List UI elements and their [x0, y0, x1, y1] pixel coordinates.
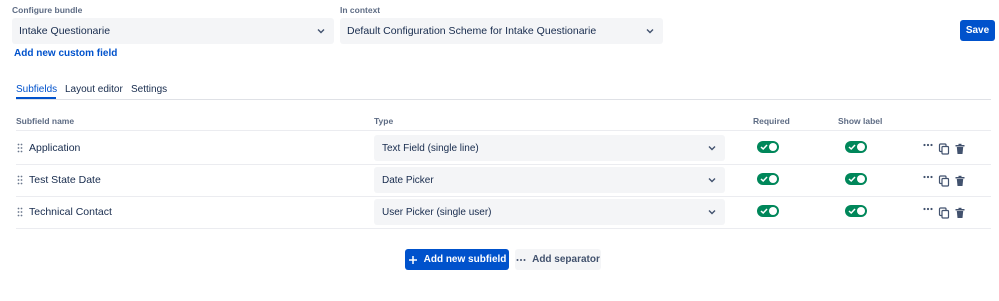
- more-icon[interactable]: [922, 171, 934, 183]
- header-divider: [16, 130, 991, 131]
- check-icon: [760, 176, 768, 183]
- tab-settings[interactable]: Settings: [131, 84, 167, 95]
- header-subfield-name: Subfield name: [16, 116, 75, 126]
- trash-icon[interactable]: [954, 207, 966, 219]
- context-select[interactable]: Default Configuration Scheme for Intake …: [340, 18, 663, 44]
- check-icon: [848, 144, 856, 151]
- type-select[interactable]: User Picker (single user): [374, 199, 725, 225]
- row-divider: [16, 228, 991, 229]
- row-name: Test State Date: [29, 174, 101, 186]
- toggle-knob: [857, 143, 865, 151]
- row-divider: [16, 164, 991, 165]
- copy-icon[interactable]: [938, 207, 950, 219]
- chevron-down-icon: [646, 29, 654, 34]
- trash-icon[interactable]: [954, 143, 966, 155]
- required-toggle[interactable]: [757, 173, 779, 185]
- required-toggle[interactable]: [757, 141, 779, 153]
- check-icon: [848, 176, 856, 183]
- row-name: Technical Contact: [29, 206, 112, 218]
- more-icon[interactable]: [922, 139, 934, 151]
- add-separator-label: Add separator: [532, 254, 600, 265]
- type-select[interactable]: Date Picker: [374, 167, 725, 193]
- context-label: In context: [340, 5, 381, 15]
- ellipsis-icon: [516, 258, 526, 261]
- header-show-label: Show label: [838, 116, 883, 126]
- show-label-toggle[interactable]: [845, 173, 867, 185]
- tab-bar: Subfields Layout editor Settings: [16, 82, 991, 100]
- check-icon: [760, 144, 768, 151]
- check-icon: [760, 208, 768, 215]
- chevron-down-icon: [708, 210, 716, 215]
- type-select-value: User Picker (single user): [382, 206, 492, 218]
- chevron-down-icon: [708, 178, 716, 183]
- type-select-value: Text Field (single line): [382, 142, 479, 154]
- drag-handle-icon[interactable]: [17, 207, 23, 217]
- trash-icon[interactable]: [954, 175, 966, 187]
- toggle-knob: [857, 175, 865, 183]
- check-icon: [848, 208, 856, 215]
- copy-icon[interactable]: [938, 175, 950, 187]
- header-type: Type: [374, 116, 394, 126]
- toggle-knob: [769, 207, 777, 215]
- row-divider: [16, 196, 991, 197]
- copy-icon[interactable]: [938, 143, 950, 155]
- tab-layout-editor[interactable]: Layout editor: [65, 84, 123, 95]
- drag-handle-icon[interactable]: [17, 175, 23, 185]
- show-label-toggle[interactable]: [845, 141, 867, 153]
- header-required: Required: [753, 116, 790, 126]
- add-separator-button[interactable]: Add separator: [515, 249, 601, 270]
- active-tab-indicator: [16, 97, 56, 99]
- tab-subfields[interactable]: Subfields: [16, 84, 57, 95]
- bundle-select-value: Intake Questionarie: [19, 25, 111, 37]
- type-select[interactable]: Text Field (single line): [374, 135, 725, 161]
- save-button[interactable]: Save: [960, 20, 995, 41]
- add-custom-field-link[interactable]: Add new custom field: [14, 48, 117, 59]
- toggle-knob: [769, 143, 777, 151]
- chevron-down-icon: [317, 29, 325, 34]
- toggle-knob: [857, 207, 865, 215]
- context-select-value: Default Configuration Scheme for Intake …: [347, 25, 597, 37]
- drag-handle-icon[interactable]: [17, 143, 23, 153]
- add-subfield-button[interactable]: Add new subfield: [405, 249, 509, 270]
- show-label-toggle[interactable]: [845, 205, 867, 217]
- chevron-down-icon: [708, 146, 716, 151]
- add-subfield-label: Add new subfield: [423, 254, 507, 265]
- plus-icon: [408, 255, 417, 264]
- required-toggle[interactable]: [757, 205, 779, 217]
- bundle-label: Configure bundle: [12, 5, 83, 15]
- toggle-knob: [769, 175, 777, 183]
- bundle-select[interactable]: Intake Questionarie: [12, 18, 334, 44]
- more-icon[interactable]: [922, 203, 934, 215]
- row-name: Application: [29, 142, 81, 154]
- type-select-value: Date Picker: [382, 174, 434, 186]
